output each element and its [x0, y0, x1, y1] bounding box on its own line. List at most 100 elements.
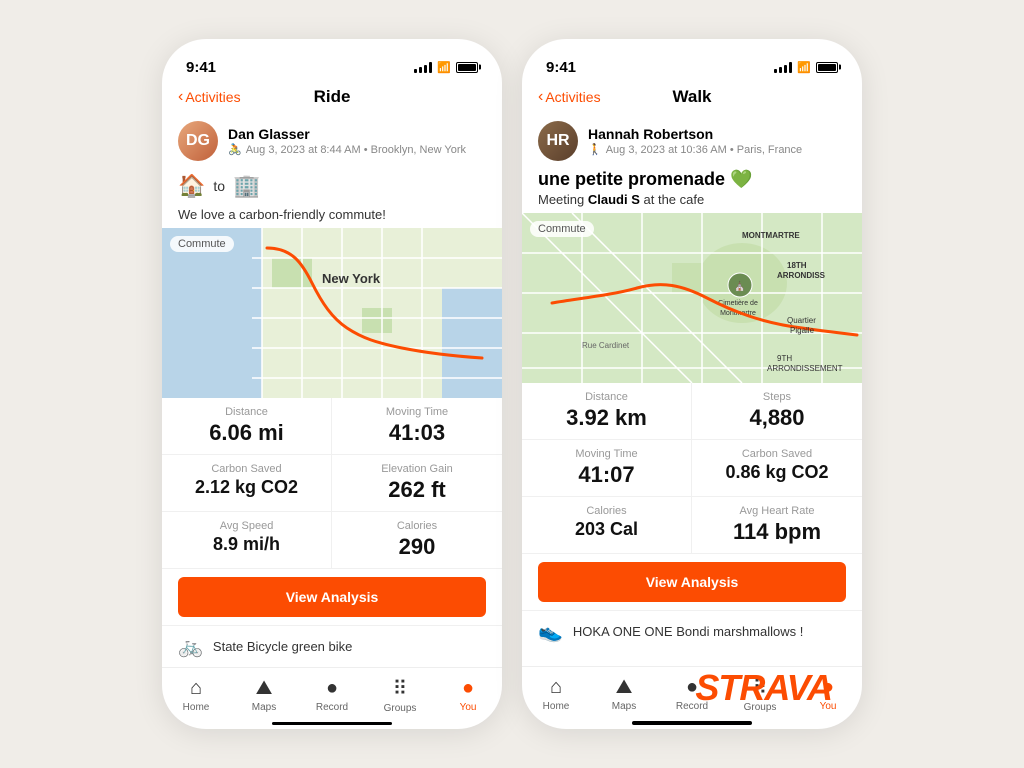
phones-container: 9:41 📶 ‹ Activities Ride	[162, 39, 862, 729]
tab-maps-2[interactable]: ⛰ Maps	[599, 676, 649, 712]
equipment-name-2: HOKA ONE ONE Bondi marshmallows !	[573, 624, 803, 639]
stat-elevation-1: Elevation Gain 262 ft	[332, 455, 502, 512]
equipment-row-2: 👟 HOKA ONE ONE Bondi marshmallows !	[522, 610, 862, 652]
route-to-icon-1: 🏢	[233, 173, 260, 199]
stat-steps-2: Steps 4,880	[692, 383, 862, 440]
avatar-1: DG	[178, 121, 218, 161]
nav-header-2: ‹ Activities Walk	[522, 83, 862, 115]
tab-home-1[interactable]: ⌂ Home	[171, 677, 221, 713]
tab-home-2[interactable]: ⌂ Home	[531, 676, 581, 712]
back-button-1[interactable]: ‹ Activities	[178, 88, 241, 106]
avatar-2: HR	[538, 121, 578, 161]
home-indicator-2	[632, 721, 752, 725]
signal-icon-2	[774, 61, 792, 73]
battery-icon-2	[816, 62, 838, 73]
strava-logo: STRAVA	[695, 667, 832, 709]
map-2: ⛪ Cimetière de Montmartre Rue Cardinet M…	[522, 213, 862, 383]
svg-text:Quartier: Quartier	[787, 316, 816, 325]
back-chevron-2: ‹	[538, 88, 543, 106]
status-bar-1: 9:41 📶	[162, 39, 502, 83]
route-arrow-1: to	[213, 178, 225, 194]
home-indicator-1	[272, 722, 392, 725]
stat-moving-time-1: Moving Time 41:03	[332, 398, 502, 455]
battery-icon-1	[456, 62, 478, 73]
tab-you-label-1: You	[460, 702, 477, 713]
equipment-row-1: 🚲 State Bicycle green bike	[162, 625, 502, 667]
wifi-icon-2: 📶	[797, 61, 811, 74]
stat-calories-2: Calories 203 Cal	[522, 497, 692, 554]
walk-title: Walk	[672, 87, 711, 107]
svg-text:18TH: 18TH	[787, 261, 807, 270]
svg-text:ARRONDISSEMENT: ARRONDISSEMENT	[767, 364, 843, 373]
stat-carbon-2: Carbon Saved 0.86 kg CO2	[692, 440, 862, 497]
back-chevron-1: ‹	[178, 88, 183, 106]
signal-icon-1	[414, 61, 432, 73]
user-meta-1: 🚴 Aug 3, 2023 at 8:44 AM • Brooklyn, New…	[228, 143, 486, 156]
user-row-1: DG Dan Glasser 🚴 Aug 3, 2023 at 8:44 AM …	[162, 115, 502, 167]
tab-maps-label-2: Maps	[612, 701, 636, 712]
equipment-name-1: State Bicycle green bike	[213, 639, 352, 654]
user-row-2: HR Hannah Robertson 🚶 Aug 3, 2023 at 10:…	[522, 115, 862, 167]
stat-moving-time-2: Moving Time 41:07	[522, 440, 692, 497]
tab-you-1[interactable]: ● You	[443, 677, 493, 713]
activity-type-icon-1: 🚴	[228, 143, 242, 156]
stat-carbon-1: Carbon Saved 2.12 kg CO2	[162, 455, 332, 512]
back-label-1: Activities	[185, 89, 240, 105]
user-meta-text-2: Aug 3, 2023 at 10:36 AM • Paris, France	[606, 144, 802, 156]
stat-heart-rate-2: Avg Heart Rate 114 bpm	[692, 497, 862, 554]
activity-subtitle-2: Meeting Claudi S at the cafe	[522, 192, 862, 213]
tab-record-label-1: Record	[316, 702, 348, 713]
tab-maps-1[interactable]: ⛰ Maps	[239, 677, 289, 713]
user-info-1: Dan Glasser 🚴 Aug 3, 2023 at 8:44 AM • B…	[228, 126, 486, 156]
user-meta-2: 🚶 Aug 3, 2023 at 10:36 AM • Paris, Franc…	[588, 143, 846, 156]
equipment-icon-1: 🚲	[178, 634, 203, 659]
status-icons-1: 📶	[414, 61, 478, 74]
map-bg-2: ⛪ Cimetière de Montmartre Rue Cardinet M…	[522, 213, 862, 383]
stat-speed-1: Avg Speed 8.9 mi/h	[162, 512, 332, 569]
stat-distance-1: Distance 6.06 mi	[162, 398, 332, 455]
status-icons-2: 📶	[774, 61, 838, 74]
phone-ride: 9:41 📶 ‹ Activities Ride	[162, 39, 502, 729]
stats-grid-2: Distance 3.92 km Steps 4,880 Moving Time…	[522, 383, 862, 554]
route-from-icon-1: 🏠	[178, 173, 205, 199]
you-icon-1: ●	[462, 677, 474, 700]
stat-distance-2: Distance 3.92 km	[522, 383, 692, 440]
status-time-1: 9:41	[186, 59, 216, 76]
maps-icon-2: ⛰	[616, 676, 633, 699]
tab-groups-label-1: Groups	[384, 703, 417, 714]
tab-record-1[interactable]: ● Record	[307, 677, 357, 713]
groups-icon-1: ⠿	[393, 676, 408, 701]
wifi-icon-1: 📶	[437, 61, 451, 74]
tab-groups-1[interactable]: ⠿ Groups	[375, 676, 425, 714]
tab-home-label-1: Home	[183, 702, 210, 713]
svg-text:New York: New York	[322, 271, 381, 286]
activity-title-2: une petite promenade 💚	[522, 167, 862, 192]
user-meta-text-1: Aug 3, 2023 at 8:44 AM • Brooklyn, New Y…	[246, 144, 466, 156]
back-label-2: Activities	[545, 89, 600, 105]
tab-maps-label-1: Maps	[252, 702, 276, 713]
ride-title: Ride	[314, 87, 351, 107]
view-analysis-button-1[interactable]: View Analysis	[178, 577, 486, 617]
user-name-1: Dan Glasser	[228, 126, 486, 142]
tab-home-label-2: Home	[543, 701, 570, 712]
map-bg-1: New York Commute	[162, 228, 502, 398]
view-analysis-button-2[interactable]: View Analysis	[538, 562, 846, 602]
avatar-img-2: HR	[538, 121, 578, 161]
nav-header-1: ‹ Activities Ride	[162, 83, 502, 115]
map-label-2: Commute	[530, 221, 594, 237]
subtitle-name: Claudi S	[588, 192, 640, 207]
status-bar-2: 9:41 📶	[522, 39, 862, 83]
record-icon-1: ●	[326, 677, 338, 700]
user-name-2: Hannah Robertson	[588, 126, 846, 142]
phone-walk: 9:41 📶 ‹ Activities Walk	[522, 39, 862, 729]
maps-icon-1: ⛰	[256, 677, 273, 700]
route-row-1: 🏠 to 🏢	[162, 167, 502, 205]
svg-text:Rue Cardinet: Rue Cardinet	[582, 341, 630, 350]
back-button-2[interactable]: ‹ Activities	[538, 88, 601, 106]
svg-text:ARRONDISS: ARRONDISS	[777, 271, 826, 280]
map-label-1: Commute	[170, 236, 234, 252]
map-svg-2: ⛪ Cimetière de Montmartre Rue Cardinet M…	[522, 213, 862, 383]
svg-text:MONTMARTRE: MONTMARTRE	[742, 231, 800, 240]
home-icon-2: ⌂	[550, 676, 562, 699]
status-time-2: 9:41	[546, 59, 576, 76]
